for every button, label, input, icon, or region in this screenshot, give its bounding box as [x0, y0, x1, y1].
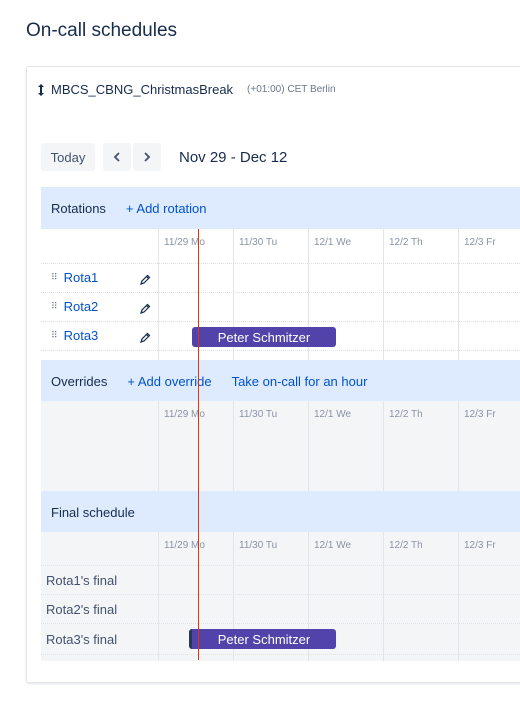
final-row-label: Rota1's final — [46, 573, 118, 588]
schedule-timezone: (+01:00) CET Berlin — [247, 84, 336, 95]
overrides-grid: 11/29 Mo 11/30 Tu 12/1 We 12/2 Th 12/3 F… — [41, 401, 520, 491]
prev-period-button[interactable] — [103, 143, 131, 171]
add-rotation-link[interactable]: + Add rotation — [126, 201, 207, 216]
final-shift-bar[interactable]: Peter Schmitzer — [189, 629, 336, 649]
page-title: On-call schedules — [26, 20, 178, 41]
final-schedule-grid: 11/29 Mo 11/30 Tu 12/1 We 12/2 Th 12/3 F… — [41, 532, 520, 661]
grip-icon[interactable]: ⠿ — [51, 272, 58, 283]
day-label: 12/1 We — [314, 409, 352, 420]
next-period-button[interactable] — [133, 143, 161, 171]
day-label: 11/30 Tu — [239, 237, 278, 248]
rotation-label[interactable]: Rota1 — [64, 270, 99, 285]
current-time-indicator — [198, 229, 199, 660]
date-range: Nov 29 - Dec 12 — [179, 148, 288, 166]
day-label: 12/2 Th — [389, 237, 423, 248]
day-label: 11/30 Tu — [239, 540, 278, 551]
day-label: 12/3 Fr — [464, 237, 496, 248]
day-label: 12/1 We — [314, 237, 352, 248]
day-label: 12/3 Fr — [464, 540, 496, 551]
rotation-row-rota3[interactable]: ⠿ Rota3 — [51, 328, 98, 343]
pencil-icon[interactable] — [139, 332, 151, 344]
chevron-right-icon — [144, 152, 151, 162]
shift-bar[interactable]: Peter Schmitzer — [192, 327, 336, 347]
final-row-label: Rota2's final — [46, 602, 118, 617]
pencil-icon[interactable] — [139, 303, 151, 315]
drag-handle-icon[interactable] — [36, 83, 46, 97]
chevron-left-icon — [113, 152, 120, 162]
grip-icon[interactable]: ⠿ — [51, 301, 58, 312]
rotation-label[interactable]: Rota3 — [64, 328, 99, 343]
today-button[interactable]: Today — [41, 143, 95, 171]
day-label: 12/2 Th — [389, 540, 423, 551]
take-oncall-link[interactable]: Take on-call for an hour — [232, 374, 368, 389]
day-label: 12/1 We — [314, 540, 352, 551]
final-schedule-title: Final schedule — [51, 504, 135, 520]
rotation-row-rota1[interactable]: ⠿ Rota1 — [51, 270, 98, 285]
rotations-title: Rotations — [51, 200, 106, 216]
schedule-header: MBCS_CBNG_ChristmasBreak (+01:00) CET Be… — [36, 82, 336, 97]
rotation-label[interactable]: Rota2 — [64, 299, 99, 314]
rotations-header: Rotations + Add rotation — [41, 187, 520, 229]
grip-icon[interactable]: ⠿ — [51, 330, 58, 341]
overrides-header: Overrides + Add override Take on-call fo… — [41, 360, 520, 402]
day-label: 12/2 Th — [389, 409, 423, 420]
schedule-name[interactable]: MBCS_CBNG_ChristmasBreak — [51, 82, 233, 97]
final-row-label: Rota3's final — [46, 632, 118, 647]
rotation-row-rota2[interactable]: ⠿ Rota2 — [51, 299, 98, 314]
day-label: 12/3 Fr — [464, 409, 496, 420]
final-schedule-header: Final schedule — [41, 491, 520, 533]
rotations-grid: 11/29 Mo 11/30 Tu 12/1 We 12/2 Th 12/3 F… — [41, 229, 520, 360]
day-label: 11/30 Tu — [239, 409, 278, 420]
date-navigation: Today Nov 29 - Dec 12 — [41, 143, 287, 171]
overrides-title: Overrides — [51, 373, 108, 389]
pencil-icon[interactable] — [139, 274, 151, 286]
